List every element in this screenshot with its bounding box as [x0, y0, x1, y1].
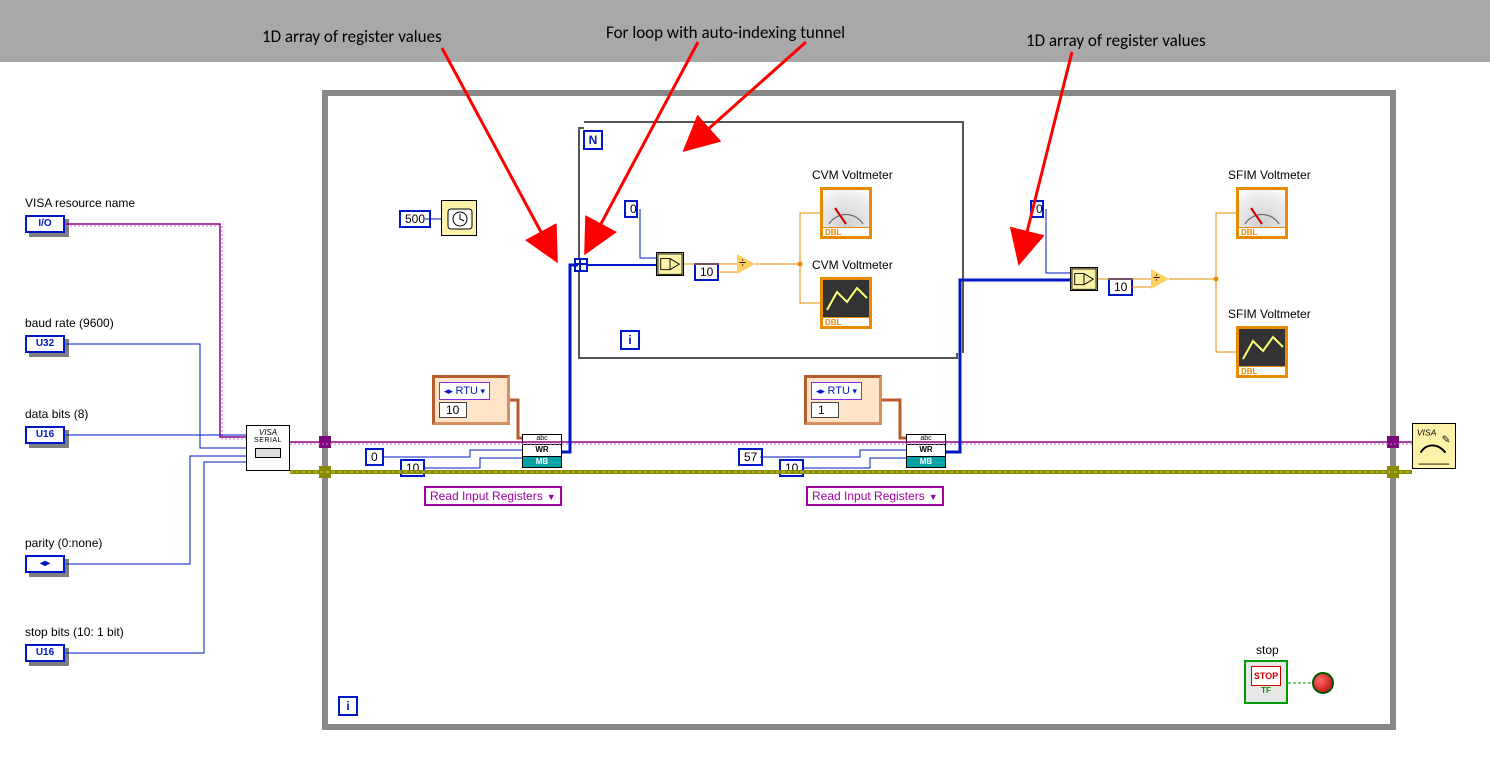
auto-index-tunnel	[574, 258, 588, 272]
tunnel-visa-out	[1387, 436, 1399, 448]
sfim-chart-label: SFIM Voltmeter	[1228, 307, 1311, 321]
divide-node-2[interactable]	[1151, 269, 1169, 289]
divide-node-1[interactable]	[737, 254, 755, 274]
stop-label: stop	[1256, 643, 1279, 657]
for-loop-div10-constant[interactable]: 10	[694, 263, 719, 281]
cvm-chart-indicator[interactable]: DBL	[820, 277, 872, 329]
mb2-abc: abc	[907, 435, 945, 445]
annotation-array-2: 1D array of register values	[1026, 30, 1206, 51]
annotation-array-1: 1D array of register values	[262, 26, 442, 47]
sfim-gauge-label: SFIM Voltmeter	[1228, 168, 1311, 182]
mb2-num-registers-constant[interactable]: 10	[779, 459, 804, 477]
visa-serial-l1: VISA	[247, 428, 289, 437]
data-bits-control[interactable]: U16	[25, 426, 65, 444]
mb2-wr: WR	[907, 445, 945, 457]
stop-bits-control[interactable]: U16	[25, 644, 65, 662]
svg-text:VISA: VISA	[1417, 427, 1437, 437]
mb1-function-select[interactable]: Read Input Registers	[424, 486, 562, 506]
tunnel-visa-in	[319, 436, 331, 448]
sfim-index0-constant[interactable]: 0	[1030, 200, 1044, 218]
mb2-mode-select[interactable]: RTU	[811, 382, 862, 400]
visa-resource-control[interactable]: I/O	[25, 215, 65, 233]
while-loop-condition-terminal	[1312, 672, 1334, 694]
sfim-gauge-indicator[interactable]: DBL	[1236, 187, 1288, 239]
mb2-slave-id[interactable]: 1	[811, 402, 839, 418]
modbus-read-node-2[interactable]: abc WR MB	[906, 434, 946, 468]
for-loop-index0-constant[interactable]: 0	[624, 200, 638, 218]
while-loop-iteration-terminal: i	[338, 696, 358, 716]
for-loop-i-terminal: i	[620, 330, 640, 350]
annotation-for-loop: For loop with auto-indexing tunnel	[606, 22, 845, 43]
svg-text:✎: ✎	[1442, 435, 1451, 446]
mb1-starting-address-constant[interactable]: 0	[365, 448, 384, 466]
mb1-mode-select[interactable]: RTU	[439, 382, 490, 400]
visa-serial-l2: SERIAL	[247, 437, 289, 444]
visa-serial-config-node[interactable]: VISA SERIAL	[246, 425, 290, 471]
stop-button[interactable]: STOP TF	[1244, 660, 1288, 704]
index-array-node-1[interactable]	[656, 252, 684, 276]
modbus-config-cluster-2[interactable]: RTU 1	[804, 375, 882, 425]
mb1-wr: WR	[523, 445, 561, 457]
cvm-gauge-indicator[interactable]: DBL	[820, 187, 872, 239]
stop-bits-label: stop bits (10: 1 bit)	[25, 625, 124, 639]
index-array-node-2[interactable]	[1070, 267, 1098, 291]
mb2-mb: MB	[907, 457, 945, 467]
parity-control[interactable]: ◂▸	[25, 555, 65, 573]
mb1-mb: MB	[523, 457, 561, 467]
visa-close-node[interactable]: VISA ✎	[1412, 423, 1456, 469]
mb1-num-registers-constant[interactable]: 10	[400, 459, 425, 477]
mb2-function-select[interactable]: Read Input Registers	[806, 486, 944, 506]
tunnel-error-out	[1387, 466, 1399, 478]
sfim-chart-indicator[interactable]: DBL	[1236, 326, 1288, 378]
stop-tf: TF	[1246, 686, 1286, 695]
stop-button-face: STOP	[1251, 666, 1281, 686]
data-bits-label: data bits (8)	[25, 407, 88, 421]
for-loop-n-terminal: N	[583, 130, 603, 150]
modbus-config-cluster-1[interactable]: RTU 10	[432, 375, 510, 425]
tunnel-error-in	[319, 466, 331, 478]
parity-label: parity (0:none)	[25, 536, 102, 550]
wait-ms-constant[interactable]: 500	[399, 210, 431, 228]
modbus-read-node-1[interactable]: abc WR MB	[522, 434, 562, 468]
mb1-slave-id[interactable]: 10	[439, 402, 467, 418]
for-loop-stack	[584, 121, 964, 353]
cvm-gauge-label: CVM Voltmeter	[812, 168, 893, 182]
cvm-chart-label: CVM Voltmeter	[812, 258, 893, 272]
wait-ms-node[interactable]	[441, 200, 477, 236]
mb1-abc: abc	[523, 435, 561, 445]
sfim-div10-constant[interactable]: 10	[1108, 278, 1133, 296]
mb2-starting-address-constant[interactable]: 57	[738, 448, 763, 466]
baud-rate-control[interactable]: U32	[25, 335, 65, 353]
baud-rate-label: baud rate (9600)	[25, 316, 114, 330]
visa-resource-label: VISA resource name	[25, 196, 135, 210]
